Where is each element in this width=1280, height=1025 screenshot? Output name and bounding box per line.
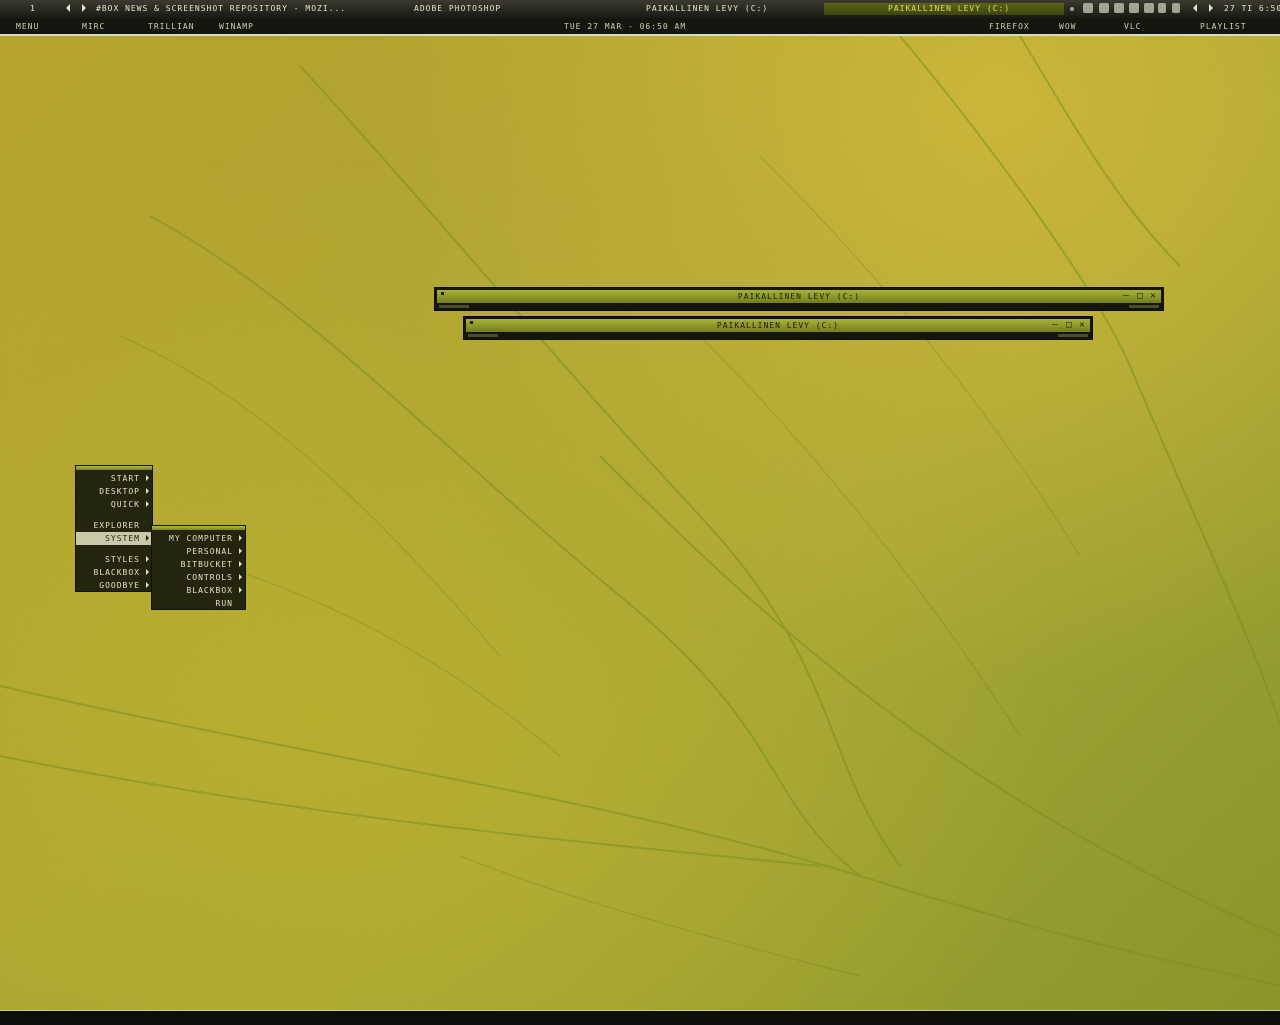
task-label-active: PAIKALLINEN LEVY (C:) bbox=[888, 4, 1011, 13]
menu-item-controls[interactable]: CONTROLS bbox=[152, 571, 245, 584]
maximize-icon[interactable]: □ bbox=[1136, 292, 1145, 301]
submenu-arrow-icon bbox=[146, 501, 149, 507]
menu-item-styles[interactable]: STYLES bbox=[76, 553, 152, 566]
submenu-arrow-icon bbox=[146, 535, 149, 541]
window-title: PAIKALLINEN LEVY (C:) bbox=[737, 292, 861, 301]
leaf-wallpaper bbox=[0, 36, 1280, 987]
task-button-explorer-active[interactable]: PAIKALLINEN LEVY (C:) bbox=[824, 3, 1064, 15]
menu-item-quick[interactable]: QUICK bbox=[76, 498, 152, 511]
tray-sync-icon[interactable] bbox=[1099, 3, 1109, 13]
tray-volume-icon[interactable] bbox=[1158, 3, 1166, 13]
window-menu-icon[interactable] bbox=[441, 292, 444, 295]
submenu-arrow-icon bbox=[146, 556, 149, 562]
top-toolbar: 1 #BOX NEWS & SCREENSHOT REPOSITORY - MO… bbox=[0, 0, 1280, 18]
minimize-icon[interactable]: – bbox=[1051, 321, 1060, 330]
launch-wow[interactable]: WOW bbox=[1059, 22, 1076, 31]
launch-trillian[interactable]: TRILLIAN bbox=[148, 22, 195, 31]
close-icon[interactable]: ✕ bbox=[1149, 292, 1158, 301]
tray-arrow-icon[interactable] bbox=[1172, 3, 1180, 13]
task-button-photoshop[interactable]: ADOBE PHOTOSHOP bbox=[414, 4, 501, 13]
resize-grip-right[interactable] bbox=[1058, 334, 1088, 337]
close-icon[interactable]: ✕ bbox=[1078, 321, 1087, 330]
launch-vlc[interactable]: VLC bbox=[1124, 22, 1141, 31]
resize-grip-left[interactable] bbox=[439, 305, 469, 308]
date-display: TUE 27 MAR - 06:50 AM bbox=[564, 22, 687, 31]
menu-item-start[interactable]: START bbox=[76, 472, 152, 485]
menu-item-personal[interactable]: PERSONAL bbox=[152, 545, 245, 558]
workspace-label: 1 bbox=[30, 4, 36, 13]
menu-item-explorer[interactable]: EXPLORER bbox=[76, 519, 152, 532]
launch-menu[interactable]: MENU bbox=[16, 22, 39, 31]
window-title: PAIKALLINEN LEVY (C:) bbox=[716, 321, 840, 330]
resize-grip-left[interactable] bbox=[468, 334, 498, 337]
tray-network-icon[interactable] bbox=[1083, 3, 1093, 13]
menu-item-blackbox-sub[interactable]: BLACKBOX bbox=[152, 584, 245, 597]
submenu-arrow-icon bbox=[239, 587, 242, 593]
menu-titlebar bbox=[152, 526, 245, 530]
submenu-arrow-icon bbox=[239, 574, 242, 580]
prev-task-icon[interactable] bbox=[1193, 4, 1197, 12]
launch-winamp[interactable]: WINAMP bbox=[219, 22, 254, 31]
next-task-icon[interactable] bbox=[1209, 4, 1213, 12]
launch-playlist[interactable]: PLAYLIST bbox=[1200, 22, 1247, 31]
system-submenu: MY COMPUTER PERSONAL BITBUCKET CONTROLS … bbox=[151, 525, 246, 610]
menu-item-my-computer[interactable]: MY COMPUTER bbox=[152, 532, 245, 545]
resize-grip-right[interactable] bbox=[1129, 305, 1159, 308]
menu-item-blackbox[interactable]: BLACKBOX bbox=[76, 566, 152, 579]
window-titlebar[interactable]: PAIKALLINEN LEVY (C:) – □ ✕ bbox=[437, 290, 1161, 303]
launch-mirc[interactable]: MIRC bbox=[82, 22, 105, 31]
toolbar-clock: 27 TI 6:50 bbox=[1224, 4, 1280, 13]
submenu-arrow-icon bbox=[239, 548, 242, 554]
launch-bar: MENU MIRC TRILLIAN WINAMP TUE 27 MAR - 0… bbox=[0, 18, 1280, 34]
submenu-arrow-icon bbox=[239, 561, 242, 567]
task-button-mozilla[interactable]: #BOX NEWS & SCREENSHOT REPOSITORY - MOZI… bbox=[96, 4, 346, 13]
tray-dot-icon[interactable] bbox=[1070, 7, 1074, 11]
submenu-arrow-icon bbox=[146, 569, 149, 575]
root-menu: START DESKTOP QUICK EXPLORER SYSTEM STYL… bbox=[75, 465, 153, 592]
toolbar-divider bbox=[0, 34, 1280, 36]
explorer-window-2[interactable]: PAIKALLINEN LEVY (C:) – □ ✕ bbox=[463, 316, 1093, 340]
bottom-slit bbox=[0, 1010, 1280, 1025]
launch-firefox[interactable]: FIREFOX bbox=[989, 22, 1030, 31]
menu-item-bitbucket[interactable]: BITBUCKET bbox=[152, 558, 245, 571]
prev-workspace-icon[interactable] bbox=[66, 4, 70, 12]
submenu-arrow-icon bbox=[146, 582, 149, 588]
submenu-arrow-icon bbox=[239, 535, 242, 541]
maximize-icon[interactable]: □ bbox=[1065, 321, 1074, 330]
menu-item-desktop[interactable]: DESKTOP bbox=[76, 485, 152, 498]
submenu-arrow-icon bbox=[146, 488, 149, 494]
minimize-icon[interactable]: – bbox=[1122, 292, 1131, 301]
next-workspace-icon[interactable] bbox=[82, 4, 86, 12]
task-button-explorer[interactable]: PAIKALLINEN LEVY (C:) bbox=[646, 4, 768, 13]
menu-item-system[interactable]: SYSTEM bbox=[76, 532, 152, 545]
menu-item-goodbye[interactable]: GOODBYE bbox=[76, 579, 152, 592]
submenu-arrow-icon bbox=[146, 475, 149, 481]
tray-app-icon[interactable] bbox=[1129, 3, 1139, 13]
tray-tool-icon[interactable] bbox=[1114, 3, 1124, 13]
menu-item-run[interactable]: RUN bbox=[152, 597, 245, 610]
window-menu-icon[interactable] bbox=[470, 321, 473, 324]
tray-settings-icon[interactable] bbox=[1144, 3, 1154, 13]
explorer-window-1[interactable]: PAIKALLINEN LEVY (C:) – □ ✕ bbox=[434, 287, 1164, 311]
window-titlebar[interactable]: PAIKALLINEN LEVY (C:) – □ ✕ bbox=[466, 319, 1090, 332]
menu-titlebar bbox=[76, 466, 152, 470]
